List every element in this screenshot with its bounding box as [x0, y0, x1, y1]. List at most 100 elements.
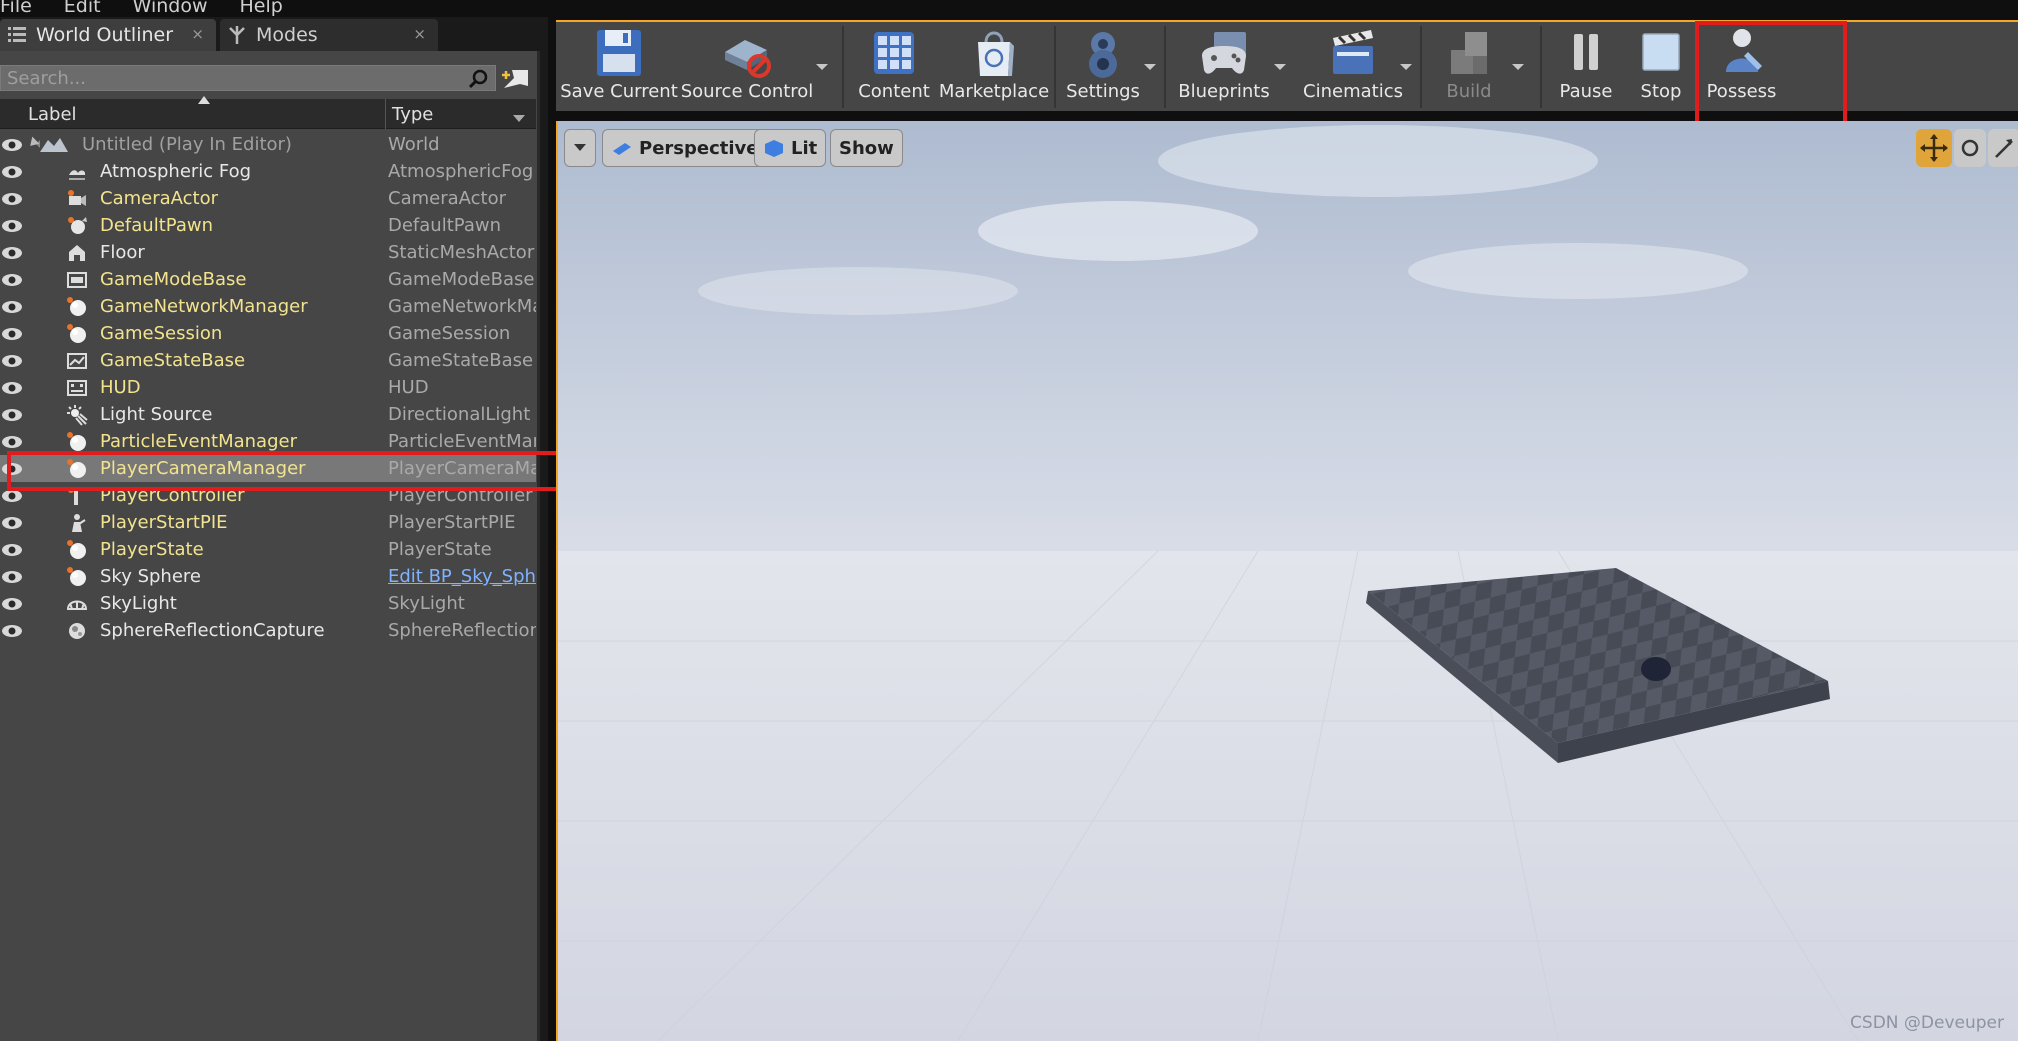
content-button[interactable]: Content: [852, 22, 936, 111]
visibility-eye-icon[interactable]: [1, 272, 23, 286]
menu-edit[interactable]: Edit: [64, 0, 101, 16]
menu-bar: File Edit Window Help: [0, 0, 2018, 17]
translate-mode-button[interactable]: [1916, 129, 1952, 167]
outliner-row[interactable]: SphereReflectionCapture SphereReflectionC…: [0, 617, 536, 644]
left-panel: World Outliner × Modes × Search... Label…: [0, 17, 548, 1041]
build-button[interactable]: Build: [1426, 22, 1512, 111]
visibility-eye-icon[interactable]: [1, 191, 23, 205]
chevron-down-icon[interactable]: [1398, 62, 1414, 72]
row-label: GameNetworkManager: [100, 296, 308, 317]
outliner-row[interactable]: Untitled (Play In Editor) World: [0, 131, 536, 158]
visibility-eye-icon[interactable]: [1, 461, 23, 475]
column-type-header[interactable]: Type: [392, 104, 433, 125]
outliner-row[interactable]: PlayerState PlayerState: [0, 536, 536, 563]
visibility-eye-icon[interactable]: [1, 488, 23, 502]
visibility-eye-icon[interactable]: [1, 218, 23, 232]
search-icon[interactable]: [467, 68, 489, 90]
possess-button[interactable]: Possess: [1696, 22, 1787, 111]
visibility-eye-icon[interactable]: [1, 542, 23, 556]
skylight-icon: [66, 593, 88, 615]
sort-ascending-icon[interactable]: [198, 96, 210, 104]
outliner-row[interactable]: GameStateBase GameStateBase: [0, 347, 536, 374]
tab-world-outliner-label: World Outliner: [36, 24, 174, 46]
row-label: ParticleEventManager: [100, 431, 297, 452]
visibility-eye-icon[interactable]: [1, 164, 23, 178]
visibility-eye-icon[interactable]: [1, 623, 23, 637]
search-input[interactable]: [1, 66, 495, 90]
tab-modes[interactable]: Modes ×: [220, 19, 438, 51]
settings-button[interactable]: Settings: [1060, 22, 1146, 111]
cinematics-button[interactable]: Cinematics: [1296, 22, 1410, 111]
outliner-row[interactable]: PlayerController PlayerController: [0, 482, 536, 509]
close-icon[interactable]: ×: [413, 25, 426, 43]
outliner-row[interactable]: Light Source DirectionalLight: [0, 401, 536, 428]
outliner-row[interactable]: Sky Sphere Edit BP_Sky_Sphere: [0, 563, 536, 590]
outliner-row[interactable]: GameSession GameSession: [0, 320, 536, 347]
outliner-row[interactable]: Floor StaticMeshActor: [0, 239, 536, 266]
lit-button[interactable]: Lit: [754, 129, 827, 167]
add-actor-icon[interactable]: [500, 66, 532, 92]
visibility-eye-icon[interactable]: [1, 407, 23, 421]
visibility-eye-icon[interactable]: [1, 596, 23, 610]
column-divider[interactable]: [385, 99, 386, 129]
visibility-eye-icon[interactable]: [1, 380, 23, 394]
visibility-eye-icon[interactable]: [1, 569, 23, 583]
outliner-row[interactable]: PlayerStartPIE PlayerStartPIE: [0, 509, 536, 536]
outliner-row[interactable]: Atmospheric Fog AtmosphericFog: [0, 158, 536, 185]
row-label: CameraActor: [100, 188, 219, 209]
visibility-eye-icon[interactable]: [1, 245, 23, 259]
row-label: SphereReflectionCapture: [100, 620, 325, 641]
outliner-row[interactable]: GameNetworkManager GameNetworkManager: [0, 293, 536, 320]
outliner-row[interactable]: DefaultPawn DefaultPawn: [0, 212, 536, 239]
chevron-down-icon[interactable]: [814, 62, 830, 72]
menu-window[interactable]: Window: [133, 0, 208, 16]
row-label: GameStateBase: [100, 350, 246, 371]
save-current-button[interactable]: Save Current: [560, 22, 678, 111]
close-icon[interactable]: ×: [191, 25, 204, 43]
marketplace-button[interactable]: Marketplace: [938, 22, 1050, 111]
outliner-row[interactable]: HUD HUD: [0, 374, 536, 401]
outliner-row[interactable]: ParticleEventManager ParticleEventManager: [0, 428, 536, 455]
outliner-row[interactable]: GameModeBase GameModeBase: [0, 266, 536, 293]
chevron-down-icon[interactable]: [1142, 62, 1158, 72]
row-type: HUD: [388, 377, 429, 398]
level-viewport[interactable]: Perspective Lit Show CSDN @Deveuper: [556, 121, 2018, 1041]
chevron-down-icon[interactable]: [1272, 62, 1288, 72]
pause-button[interactable]: Pause: [1548, 22, 1624, 111]
visibility-eye-icon[interactable]: [1, 353, 23, 367]
chevron-down-icon[interactable]: [512, 113, 526, 123]
outliner-row[interactable]: SkyLight SkyLight: [0, 590, 536, 617]
row-label: DefaultPawn: [100, 215, 213, 236]
column-label-header[interactable]: Label: [28, 104, 77, 125]
visibility-eye-icon[interactable]: [1, 326, 23, 340]
world-outliner-panel: Label Type Untitled (Play In Editor) Worl…: [0, 51, 540, 1041]
row-type: World: [388, 134, 440, 155]
stop-button[interactable]: Stop: [1626, 22, 1696, 111]
visibility-eye-icon[interactable]: [1, 434, 23, 448]
menu-file[interactable]: File: [0, 0, 32, 16]
visibility-eye-icon[interactable]: [1, 137, 23, 151]
show-button[interactable]: Show: [830, 129, 903, 167]
scale-mode-button[interactable]: [1988, 129, 2018, 167]
unreal-editor-window: File Edit Window Help World Outliner × M…: [0, 0, 2018, 1041]
player-start-icon: [66, 512, 88, 534]
tab-world-outliner[interactable]: World Outliner ×: [0, 19, 216, 51]
chevron-down-icon[interactable]: [1510, 62, 1526, 72]
outliner-row[interactable]: PlayerCameraManager PlayerCameraManager: [0, 455, 536, 482]
toolbar-separator: [842, 26, 844, 108]
menu-help[interactable]: Help: [240, 0, 283, 16]
visibility-eye-icon[interactable]: [1, 515, 23, 529]
sphere-icon: [66, 431, 88, 453]
outliner-row[interactable]: CameraActor CameraActor: [0, 185, 536, 212]
row-label: Sky Sphere: [100, 566, 201, 587]
viewport-options-button[interactable]: [564, 129, 596, 167]
row-type: ParticleEventManager: [388, 431, 536, 452]
row-type: DefaultPawn: [388, 215, 501, 236]
perspective-button[interactable]: Perspective: [602, 129, 768, 167]
source-control-button[interactable]: Source Control: [681, 22, 813, 111]
rotate-mode-button[interactable]: [1954, 129, 1986, 167]
row-label: SkyLight: [100, 593, 177, 614]
visibility-eye-icon[interactable]: [1, 299, 23, 313]
blueprints-button[interactable]: Blueprints: [1172, 22, 1276, 111]
edit-blueprint-link[interactable]: Edit BP_Sky_Sphere: [388, 566, 536, 587]
